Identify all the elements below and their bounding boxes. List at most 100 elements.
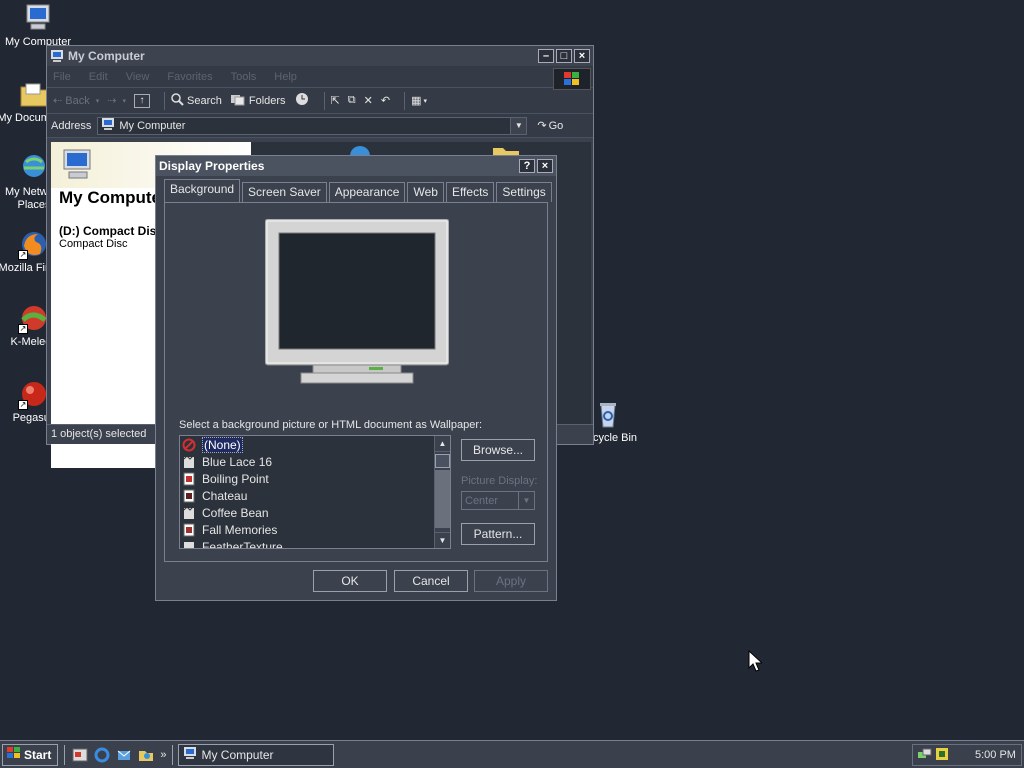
picture-display-select[interactable]: Center ▼ bbox=[461, 491, 535, 510]
up-folder-icon: ↑ bbox=[134, 93, 150, 108]
go-button[interactable]: ↷ Go bbox=[537, 119, 564, 133]
ok-button[interactable]: OK bbox=[313, 570, 387, 592]
vertical-scrollbar[interactable]: ▲ ▼ bbox=[434, 436, 450, 548]
pattern-button[interactable]: Pattern... bbox=[461, 523, 535, 545]
toolbar-divider bbox=[323, 91, 325, 110]
close-button[interactable]: × bbox=[574, 49, 590, 63]
list-item-label: Chateau bbox=[202, 488, 248, 503]
list-item-label: Coffee Bean bbox=[202, 505, 269, 520]
cancel-button[interactable]: Cancel bbox=[394, 570, 468, 592]
list-item[interactable]: (None) bbox=[180, 436, 450, 453]
list-item[interactable]: Fall Memories bbox=[180, 521, 450, 538]
computer-icon bbox=[183, 746, 197, 763]
picture-display-label: Picture Display: bbox=[461, 475, 538, 487]
taskbar: Start » My Computer 5:00 PM bbox=[0, 740, 1024, 768]
chevron-right-icon[interactable]: » bbox=[160, 749, 166, 761]
address-label: Address bbox=[51, 119, 92, 132]
tab-background[interactable]: Background bbox=[164, 179, 241, 202]
wallpaper-list[interactable]: (None) Blue Lace 16 Boiling Point Chatea… bbox=[179, 435, 451, 549]
scroll-track[interactable] bbox=[435, 470, 450, 528]
windows-logo-icon bbox=[553, 68, 591, 90]
list-item[interactable]: Chateau bbox=[180, 487, 450, 504]
list-item-label: Boiling Point bbox=[202, 471, 269, 486]
menu-view[interactable]: View bbox=[126, 71, 150, 83]
chevron-down-icon: ▾ bbox=[122, 97, 126, 105]
taskbar-button-my-computer[interactable]: My Computer bbox=[178, 743, 335, 766]
list-item-label: (None) bbox=[202, 436, 243, 453]
list-item[interactable]: FeatherTexture bbox=[180, 538, 450, 549]
scroll-down-button[interactable]: ▼ bbox=[435, 532, 450, 548]
delete-button[interactable]: ✕ bbox=[364, 94, 373, 107]
clock[interactable]: 5:00 PM bbox=[975, 749, 1016, 761]
browse-button[interactable]: Browse... bbox=[461, 439, 535, 461]
tab-effects[interactable]: Effects bbox=[445, 182, 495, 202]
menu-edit[interactable]: Edit bbox=[89, 71, 108, 83]
toolbar-divider bbox=[404, 91, 406, 110]
internet-explorer-icon[interactable] bbox=[94, 747, 110, 763]
monitor-icon bbox=[264, 218, 450, 384]
folders-button[interactable]: Folders bbox=[230, 93, 286, 109]
dialog-titlebar[interactable]: Display Properties ? × bbox=[156, 156, 556, 176]
minimize-button[interactable]: – bbox=[538, 49, 554, 63]
my-computer-titlebar[interactable]: My Computer – □ × bbox=[47, 46, 593, 66]
chevron-down-icon: ▾ bbox=[423, 97, 427, 105]
tab-appearance[interactable]: Appearance bbox=[328, 182, 406, 202]
menu-bar: File Edit View Favorites Tools Help bbox=[47, 66, 593, 88]
list-item[interactable]: Coffee Bean bbox=[180, 504, 450, 521]
search-icon bbox=[171, 92, 184, 109]
address-field[interactable]: My Computer ▼ bbox=[97, 116, 528, 135]
start-label: Start bbox=[24, 747, 52, 762]
forward-button[interactable]: ⇢ ▾ bbox=[107, 94, 126, 107]
menu-favorites[interactable]: Favorites bbox=[167, 71, 212, 83]
folders-label: Folders bbox=[248, 94, 286, 107]
tab-screen-saver[interactable]: Screen Saver bbox=[242, 182, 327, 202]
maximize-button[interactable]: □ bbox=[556, 49, 572, 63]
history-button[interactable] bbox=[294, 91, 310, 110]
scroll-up-button[interactable]: ▲ bbox=[435, 436, 450, 452]
menu-file[interactable]: File bbox=[53, 71, 71, 83]
apply-button[interactable]: Apply bbox=[474, 570, 548, 592]
desktop-icon-my-computer[interactable]: My Computer bbox=[0, 2, 76, 49]
scroll-thumb[interactable] bbox=[435, 454, 450, 468]
menu-help[interactable]: Help bbox=[274, 71, 297, 83]
monitor-preview bbox=[264, 218, 450, 389]
address-value: My Computer bbox=[119, 119, 186, 132]
search-button[interactable]: Search bbox=[171, 92, 222, 109]
views-button[interactable]: ▦ ▾ bbox=[411, 94, 427, 107]
tiled-image-icon bbox=[182, 505, 196, 520]
undo-button[interactable]: ↶ bbox=[381, 94, 390, 107]
computer-icon bbox=[22, 2, 54, 34]
back-button[interactable]: ⇠ Back ▾ bbox=[53, 94, 99, 108]
go-label: Go bbox=[548, 119, 564, 132]
back-label: Back bbox=[65, 94, 90, 107]
help-button[interactable]: ? bbox=[519, 159, 535, 173]
start-button[interactable]: Start bbox=[2, 743, 59, 766]
forward-arrow-icon: ⇢ bbox=[107, 95, 117, 107]
menu-tools[interactable]: Tools bbox=[231, 71, 257, 83]
list-item-label: FeatherTexture bbox=[202, 539, 283, 549]
folders-icon bbox=[230, 93, 246, 109]
copy-to-button[interactable]: ⧉ bbox=[348, 94, 356, 107]
show-desktop-icon[interactable] bbox=[72, 747, 88, 763]
window-title: My Computer bbox=[68, 49, 145, 63]
outlook-express-icon[interactable] bbox=[116, 747, 132, 763]
close-button[interactable]: × bbox=[537, 159, 553, 173]
list-item-label: Fall Memories bbox=[202, 522, 278, 537]
list-item[interactable]: Blue Lace 16 bbox=[180, 453, 450, 470]
back-arrow-icon: ⇠ bbox=[53, 95, 66, 107]
tab-settings[interactable]: Settings bbox=[496, 182, 552, 202]
explorer-icon[interactable] bbox=[138, 747, 154, 763]
taskbar-divider bbox=[172, 744, 174, 765]
up-folder-button[interactable]: ↑ bbox=[134, 93, 150, 108]
list-item[interactable]: Boiling Point bbox=[180, 470, 450, 487]
move-to-button[interactable]: ⇱ bbox=[331, 94, 340, 107]
background-tab-panel: Select a background picture or HTML docu… bbox=[164, 202, 548, 562]
wallpaper-label: Select a background picture or HTML docu… bbox=[179, 419, 483, 431]
network-tray-icon[interactable] bbox=[917, 747, 933, 764]
chevron-down-icon[interactable]: ▼ bbox=[510, 117, 527, 134]
system-tray: 5:00 PM bbox=[912, 744, 1022, 766]
app-tray-icon[interactable] bbox=[935, 747, 949, 764]
tiled-image-icon bbox=[182, 454, 196, 469]
tab-web[interactable]: Web bbox=[407, 182, 444, 202]
go-arrow-icon: ↷ bbox=[537, 120, 547, 132]
